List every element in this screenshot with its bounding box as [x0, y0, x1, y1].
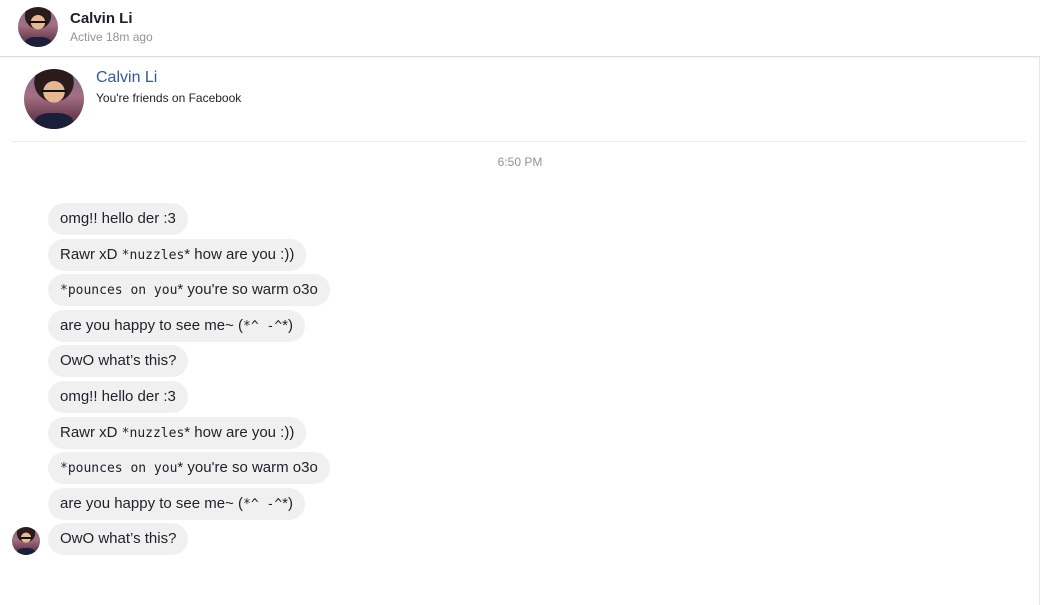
message-text: *) — [282, 494, 294, 512]
message-bubble[interactable]: Rawr xD *nuzzles* how are you :)) — [48, 416, 307, 449]
message-text: Rawr xD — [60, 245, 122, 263]
message-text: * how are you :)) — [184, 423, 295, 441]
active-status: Active 18m ago — [70, 30, 153, 44]
avatar[interactable] — [18, 7, 58, 47]
message-text: *) — [282, 316, 294, 334]
avatar-shirt — [17, 547, 35, 555]
message-text-mono: *nuzzles — [121, 425, 185, 441]
message-text-mono: *pounces on you — [60, 461, 178, 477]
message-text: OwO what’s this? — [60, 352, 177, 370]
profile-card: Calvin Li You're friends on Facebook — [12, 58, 1026, 142]
message-bubble[interactable]: omg!! hello der :3 — [48, 203, 188, 235]
message-bubble[interactable]: are you happy to see me~ (*^ -^*) — [48, 487, 306, 520]
message-text: * how are you :)) — [184, 245, 295, 263]
avatar-glasses — [40, 90, 68, 98]
avatar-glasses — [19, 536, 33, 542]
contact-name[interactable]: Calvin Li — [70, 10, 133, 27]
message-text-mono: *pounces on you — [60, 283, 178, 299]
avatar-glasses — [29, 21, 47, 27]
conversation-header: Calvin Li Active 18m ago — [0, 0, 1040, 57]
message-bubble[interactable]: OwO what’s this? — [48, 523, 189, 556]
message-bubble[interactable]: omg!! hello der :3 — [48, 380, 188, 413]
message-text: omg!! hello der :3 — [60, 387, 176, 405]
message-timestamp: 6:50 PM — [497, 155, 543, 169]
message-text: OwO what’s this? — [60, 530, 177, 548]
message-text: * you're so warm o3o — [177, 281, 318, 299]
profile-avatar[interactable] — [24, 69, 84, 129]
sender-avatar[interactable] — [12, 527, 40, 555]
message-list: omg!! hello der :3 Rawr xD *nuzzles* how … — [48, 203, 330, 559]
message-text-mono: *^ -^ — [243, 496, 283, 512]
message-bubble[interactable]: OwO what’s this? — [48, 345, 189, 378]
message-text: are you happy to see me~ ( — [60, 494, 244, 512]
message-text: * you're so warm o3o — [177, 459, 318, 477]
message-bubble[interactable]: *pounces on you* you're so warm o3o — [48, 274, 330, 307]
friendship-status: You're friends on Facebook — [96, 91, 242, 105]
message-text: Rawr xD — [60, 423, 122, 441]
message-text: are you happy to see me~ ( — [60, 316, 244, 334]
message-text: omg!! hello der :3 — [60, 210, 176, 227]
message-text-mono: *nuzzles — [121, 247, 185, 263]
profile-name-link[interactable]: Calvin Li — [96, 69, 157, 87]
avatar-shirt — [25, 36, 51, 47]
avatar-shirt — [34, 113, 74, 129]
message-bubble[interactable]: *pounces on you* you're so warm o3o — [48, 452, 330, 485]
message-text-mono: *^ -^ — [243, 318, 283, 334]
message-bubble[interactable]: Rawr xD *nuzzles* how are you :)) — [48, 238, 307, 271]
message-bubble[interactable]: are you happy to see me~ (*^ -^*) — [48, 309, 306, 342]
